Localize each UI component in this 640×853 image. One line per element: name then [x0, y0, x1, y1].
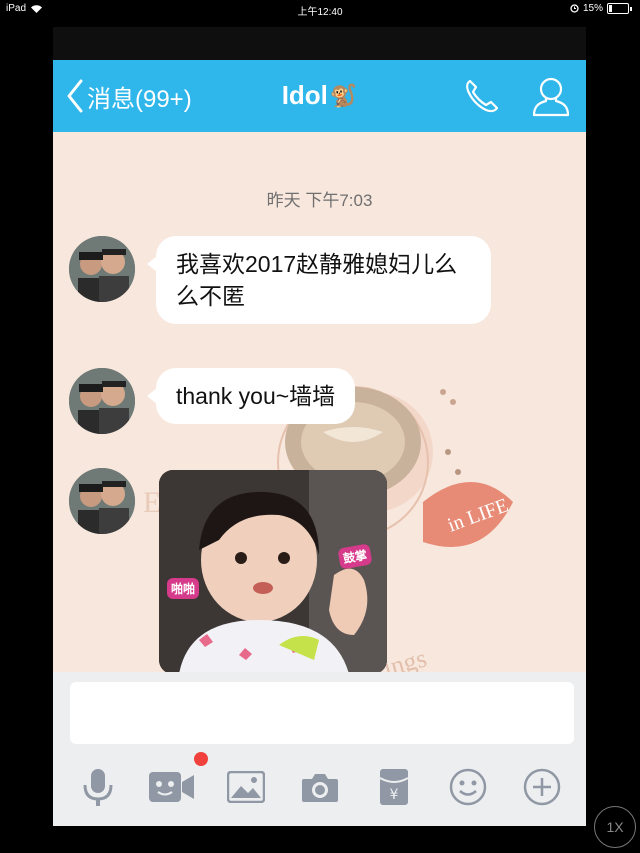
sticker-image: [159, 470, 387, 672]
avatar-photo: [69, 236, 135, 302]
contact-name: Idol: [281, 80, 328, 110]
avatar-photo: [69, 368, 135, 434]
status-time: 上午12:40: [297, 7, 343, 18]
camera-icon: [302, 774, 338, 802]
playback-speed-button[interactable]: 1X: [594, 806, 636, 848]
video-icon: [149, 772, 194, 802]
plus-icon: [523, 768, 561, 806]
voice-button[interactable]: [73, 762, 123, 812]
person-icon[interactable]: [529, 74, 573, 118]
more-button[interactable]: [517, 762, 567, 812]
avatar[interactable]: [69, 468, 135, 534]
avatar[interactable]: [69, 368, 135, 434]
message-input[interactable]: [70, 682, 574, 744]
chat-screen: 消息(99+) Idol 🐒 in LIFE Take En THE ings: [53, 60, 586, 826]
svg-text:¥: ¥: [390, 787, 399, 803]
alarm-icon: [570, 4, 579, 13]
red-packet-icon: ¥: [379, 769, 409, 805]
message-bubble[interactable]: thank you~墙墙: [146, 368, 356, 424]
input-bar: ¥: [53, 672, 586, 826]
avatar[interactable]: [69, 236, 135, 302]
microphone-icon: [83, 769, 113, 806]
playback-speed-label: 1X: [606, 819, 624, 835]
message-text: 我喜欢2017赵静雅媳妇儿么么不匿: [176, 251, 458, 309]
notification-dot: [194, 752, 208, 766]
battery-percent: 15%: [582, 3, 603, 14]
phone-icon[interactable]: [461, 76, 501, 116]
chat-title: Idol 🐒: [53, 80, 586, 111]
monkey-emoji: 🐒: [329, 82, 358, 108]
message-bubble[interactable]: 我喜欢2017赵静雅媳妇儿么么不匿: [147, 236, 491, 324]
red-packet-button[interactable]: ¥: [369, 762, 419, 812]
chat-area[interactable]: in LIFE Take En THE ings 昨天 下午7:03 我喜欢20…: [53, 132, 586, 672]
status-bar: iPad 上午12:40 15%: [0, 0, 640, 18]
video-button[interactable]: [147, 762, 197, 812]
emoji-icon: [449, 768, 487, 806]
image-button[interactable]: [221, 762, 271, 812]
avatar-photo: [69, 468, 135, 534]
svg-text:ings: ings: [380, 643, 429, 672]
nav-bar: 消息(99+) Idol 🐒: [53, 60, 586, 132]
battery-icon: [607, 3, 629, 14]
emoji-button[interactable]: [443, 762, 493, 812]
camera-button[interactable]: [295, 762, 345, 812]
image-message[interactable]: 啪啪 鼓掌: [159, 470, 387, 672]
toolbar: ¥: [53, 762, 586, 812]
message-timestamp: 昨天 下午7:03: [266, 191, 373, 210]
message-text: thank you~墙墙: [176, 383, 336, 409]
image-icon: [227, 771, 265, 803]
sticker-caption-left: 啪啪: [167, 578, 200, 599]
